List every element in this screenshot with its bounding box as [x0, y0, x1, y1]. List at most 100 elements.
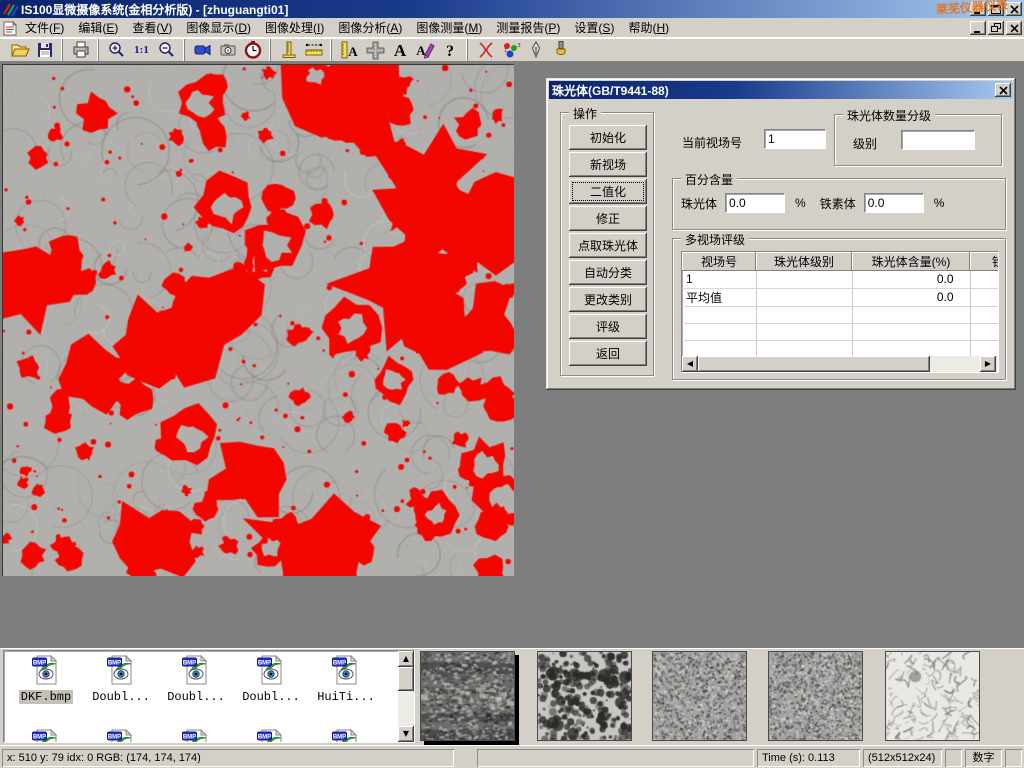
bmp-file-icon: BMP — [331, 655, 361, 685]
table-column-header[interactable]: 铁素体 — [970, 252, 999, 271]
menu-item-i[interactable]: 图像处理(I) — [258, 21, 331, 35]
file-name: Doubl... — [90, 690, 152, 704]
percent-input[interactable] — [864, 193, 924, 213]
timer-icon[interactable] — [240, 39, 265, 61]
table-cell: 平均值 — [682, 288, 756, 306]
table-cell — [756, 323, 852, 340]
percent-field-1: 铁素体% — [820, 193, 945, 213]
menu-item-h[interactable]: 帮助(H) — [621, 21, 676, 35]
child-restore-button[interactable] — [988, 21, 1004, 35]
thumbnail-1[interactable] — [537, 651, 632, 741]
op-button-6[interactable]: 更改类别 — [569, 287, 647, 312]
table-row[interactable] — [682, 340, 999, 357]
file-item-clipped[interactable]: BMP — [10, 729, 82, 743]
measure-label-icon[interactable]: A — [337, 39, 362, 61]
scroll-thumb[interactable] — [398, 667, 414, 691]
thumbnail-2[interactable] — [652, 651, 747, 741]
bmp-file-icon: BMP — [256, 655, 286, 685]
file-item-0[interactable]: BMP DKF.bmp — [10, 655, 82, 704]
status-time: Time (s): 0.113 — [757, 749, 860, 767]
menu-item-v[interactable]: 查看(V) — [125, 21, 179, 35]
spline-icon[interactable] — [473, 39, 498, 61]
grade-input[interactable] — [901, 130, 975, 150]
maximize-button[interactable] — [988, 2, 1004, 16]
pen-icon[interactable] — [523, 39, 548, 61]
thumbnail-4[interactable] — [885, 651, 980, 741]
file-item-clipped[interactable]: BMP — [310, 729, 382, 743]
menu-item-d[interactable]: 图像显示(D) — [179, 21, 258, 35]
percent-unit: % — [934, 196, 945, 210]
menu-item-p[interactable]: 测量报告(P) — [489, 21, 567, 35]
save-icon[interactable] — [32, 39, 57, 61]
menu-item-e[interactable]: 编辑(E) — [71, 21, 125, 35]
table-column-header[interactable]: 视场号 — [682, 252, 756, 271]
scroll-left-button[interactable]: ◀ — [682, 356, 698, 372]
minimize-button[interactable] — [970, 2, 986, 16]
svg-text:?: ? — [446, 43, 454, 60]
table-cell: 1 — [682, 271, 756, 288]
dialog-title-bar[interactable]: 珠光体(GB/T9441-88) — [549, 81, 1013, 99]
scroll-right-button[interactable]: ▶ — [980, 356, 996, 372]
video-camera-icon[interactable] — [190, 39, 215, 61]
ruler-icon[interactable] — [301, 39, 326, 61]
open-icon[interactable] — [7, 39, 32, 61]
file-name: DKF.bmp — [19, 690, 73, 704]
child-close-button[interactable] — [1006, 21, 1022, 35]
table-row[interactable]: 10.0 — [682, 271, 999, 288]
op-button-5[interactable]: 自动分类 — [569, 260, 647, 285]
edit-text-icon[interactable]: A — [412, 39, 437, 61]
op-button-1[interactable]: 新视场 — [569, 152, 647, 177]
file-item-4[interactable]: BMP HuiTi... — [310, 655, 382, 704]
percent-group-title: 百分含量 — [681, 171, 737, 188]
op-button-7[interactable]: 评级 — [569, 314, 647, 339]
print-icon[interactable] — [68, 39, 93, 61]
menu-item-m[interactable]: 图像测量(M) — [409, 21, 489, 35]
thumbnail-0[interactable] — [420, 651, 515, 741]
op-button-4[interactable]: 点取珠光体 — [569, 233, 647, 258]
menu-item-f[interactable]: 文件(F) — [18, 21, 71, 35]
scroll-up-button[interactable]: ▲ — [398, 651, 414, 667]
multi-view-group-title: 多视场评级 — [681, 231, 749, 248]
scroll-down-button[interactable]: ▼ — [398, 726, 414, 742]
percent-field-0: 珠光体% — [681, 193, 806, 213]
file-list-vscrollbar[interactable]: ▲ ▼ — [398, 651, 414, 742]
dialog-close-button[interactable] — [995, 83, 1011, 97]
micrograph-image[interactable] — [2, 64, 514, 576]
brush-icon[interactable] — [548, 39, 573, 61]
current-view-input[interactable] — [764, 129, 826, 149]
capture-icon[interactable] — [215, 39, 240, 61]
menu-items: 文件(F)编辑(E)查看(V)图像显示(D)图像处理(I)图像分析(A)图像测量… — [18, 18, 676, 38]
file-item-clipped[interactable]: BMP — [235, 729, 307, 743]
file-item-clipped[interactable]: BMP — [85, 729, 157, 743]
file-item-3[interactable]: BMP Doubl... — [235, 655, 307, 704]
menu-item-a[interactable]: 图像分析(A) — [331, 21, 409, 35]
table-hscrollbar[interactable]: ◀ ▶ — [682, 356, 998, 372]
table-row[interactable]: 平均值0.0 — [682, 288, 999, 306]
op-button-3[interactable]: 修正 — [569, 206, 647, 231]
text-icon[interactable]: A — [387, 39, 412, 61]
close-button[interactable] — [1006, 2, 1022, 16]
file-item-2[interactable]: BMP Doubl... — [160, 655, 232, 704]
actual-size-icon[interactable]: 1:1 — [129, 39, 154, 61]
table-column-header[interactable]: 珠光体级别 — [756, 252, 852, 271]
table-column-header[interactable]: 珠光体含量(%) — [852, 252, 970, 271]
file-item-1[interactable]: BMP Doubl... — [85, 655, 157, 704]
grid-cross-icon[interactable] — [362, 39, 387, 61]
menu-item-s[interactable]: 设置(S) — [567, 21, 621, 35]
thumbnail-3[interactable] — [768, 651, 863, 741]
percent-label: 铁素体 — [820, 195, 856, 212]
op-button-0[interactable]: 初始化 — [569, 125, 647, 150]
zoom-in-icon[interactable] — [104, 39, 129, 61]
table-row[interactable] — [682, 323, 999, 340]
file-item-clipped[interactable]: BMP — [160, 729, 232, 743]
help-icon[interactable]: ? — [437, 39, 462, 61]
scroll-thumb[interactable] — [698, 356, 930, 372]
child-minimize-button[interactable] — [970, 21, 986, 35]
op-button-2[interactable]: 二值化 — [569, 179, 647, 204]
percent-input[interactable] — [725, 193, 785, 213]
op-button-8[interactable]: 返回 — [569, 341, 647, 366]
zoom-out-icon[interactable] — [154, 39, 179, 61]
count-markers-icon[interactable]: 31 — [498, 39, 523, 61]
caliper-icon[interactable] — [276, 39, 301, 61]
table-row[interactable] — [682, 306, 999, 323]
